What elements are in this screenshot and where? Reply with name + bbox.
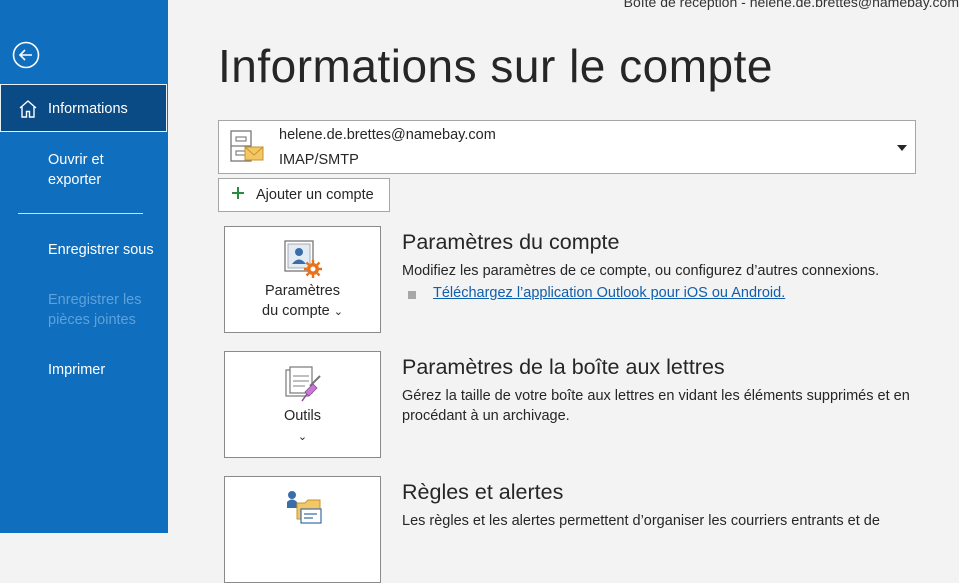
section-title-mailbox-settings: Paramètres de la boîte aux lettres (402, 355, 725, 379)
sidebar: Informations Ouvrir et exporter Enregist… (0, 0, 168, 533)
window-title: Boîte de réception - helene.de.brettes@n… (623, 0, 959, 10)
rules-alerts-button[interactable] (224, 476, 381, 583)
chevron-down-icon: ⌄ (333, 306, 343, 318)
account-cabinet-icon (230, 130, 264, 162)
nav-item-label: Imprimer (48, 362, 106, 378)
nav-item-informations[interactable]: Informations (0, 84, 167, 132)
bullet-icon (408, 291, 416, 299)
nav-item-save-attachments: Enregistrer les pièces jointes (0, 290, 166, 334)
section-description-rules-alerts: Les règles et les alertes permettent d’o… (402, 513, 880, 529)
nav-item-label: Enregistrer les pièces jointes (48, 292, 142, 328)
nav-item-label: Enregistrer sous (48, 242, 154, 258)
account-selector[interactable]: helene.de.brettes@namebay.com IMAP/SMTP (218, 120, 916, 174)
rules-alerts-icon (287, 491, 322, 524)
tools-button[interactable]: Outils ⌄ (224, 351, 381, 458)
plus-icon (232, 187, 244, 199)
account-type: IMAP/SMTP (279, 152, 359, 168)
chevron-down-icon: ⌄ (297, 431, 308, 443)
outlook-mobile-link[interactable]: Téléchargez l’application Outlook pour i… (433, 285, 785, 301)
tools-button-label: Outils ⌄ (283, 408, 322, 443)
home-icon (19, 100, 37, 118)
section-title-rules-alerts: Règles et alertes (402, 480, 564, 504)
chevron-down-icon (897, 145, 907, 151)
account-settings-button[interactable]: Paramètres du compte ⌄ (224, 226, 381, 333)
account-settings-icon (284, 240, 322, 278)
back-arrow-icon (12, 41, 40, 69)
nav-item-save-as[interactable]: Enregistrer sous (0, 240, 166, 262)
tools-icon (285, 366, 321, 402)
section-description-mailbox-settings: Gérez la taille de votre boîte aux lettr… (402, 388, 910, 424)
nav-item-label: Ouvrir et exporter (48, 152, 104, 188)
add-account-button[interactable]: Ajouter un compte (218, 178, 390, 212)
back-button[interactable] (12, 41, 40, 69)
nav-item-print[interactable]: Imprimer (0, 360, 166, 382)
account-settings-button-label: Paramètres du compte ⌄ (262, 283, 343, 319)
section-description-account-settings: Modifiez les paramètres de ce compte, ou… (402, 263, 880, 279)
add-account-label: Ajouter un compte (256, 187, 374, 203)
section-title-account-settings: Paramètres du compte (402, 230, 620, 254)
nav-item-label: Informations (48, 101, 128, 117)
account-email: helene.de.brettes@namebay.com (279, 127, 496, 143)
nav-item-open-export[interactable]: Ouvrir et exporter (0, 150, 166, 194)
nav-divider (18, 213, 143, 214)
page-title: Informations sur le compte (218, 40, 774, 92)
